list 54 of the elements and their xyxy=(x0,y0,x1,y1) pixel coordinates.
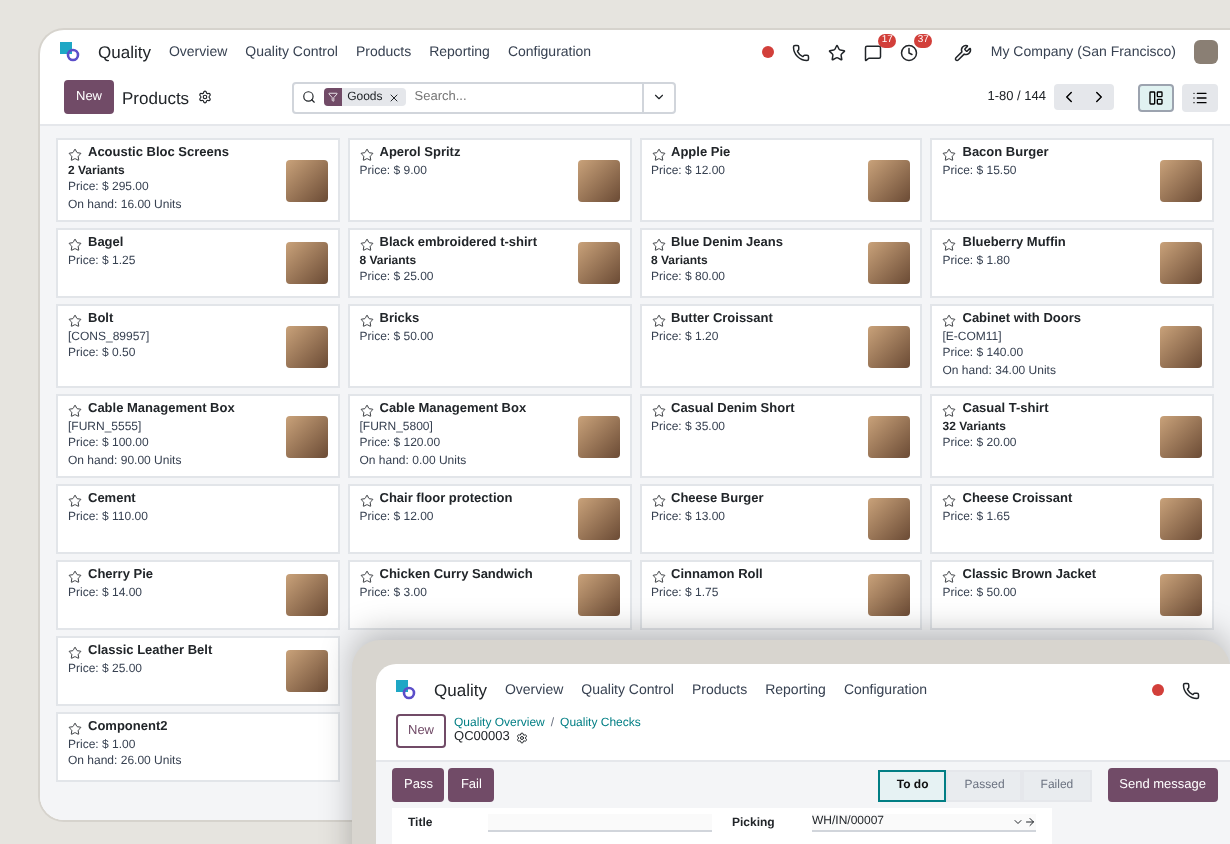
star-icon[interactable] xyxy=(651,493,665,508)
list-view-icon xyxy=(1192,89,1208,105)
phone-icon xyxy=(1182,681,1200,699)
star-icon[interactable] xyxy=(651,403,665,418)
tools-icon xyxy=(954,43,973,61)
star-icon[interactable] xyxy=(651,237,665,252)
page-title: Products xyxy=(122,87,190,107)
chevron-left-icon xyxy=(1060,88,1078,106)
star-icon[interactable] xyxy=(359,569,374,584)
star-icon[interactable] xyxy=(651,147,665,162)
close-icon xyxy=(388,91,401,103)
app-name[interactable]: Quality xyxy=(434,680,487,700)
chat-icon xyxy=(864,43,883,61)
caret-icon xyxy=(651,90,666,104)
star-icon[interactable] xyxy=(942,147,957,162)
star-icon[interactable] xyxy=(68,313,82,328)
star-icon[interactable] xyxy=(359,237,374,252)
avatar[interactable] xyxy=(1194,40,1218,64)
star-icon[interactable] xyxy=(68,645,82,660)
star-icon[interactable] xyxy=(359,147,374,162)
star-icon[interactable] xyxy=(359,313,374,328)
star-icon[interactable] xyxy=(68,493,82,508)
star-icon[interactable] xyxy=(942,313,957,328)
star-icon[interactable] xyxy=(651,569,665,584)
settings-icon xyxy=(515,731,528,743)
clock-icon xyxy=(900,43,919,61)
chevron-right-icon xyxy=(1090,88,1108,106)
caret-icon xyxy=(1012,816,1024,828)
phone-icon xyxy=(792,43,811,61)
status-dot xyxy=(762,46,775,58)
star-icon[interactable] xyxy=(651,313,665,328)
star-icon[interactable] xyxy=(942,237,957,252)
list-view-button[interactable] xyxy=(1182,83,1218,111)
app-logo-icon xyxy=(396,680,416,700)
input-field[interactable] xyxy=(488,814,712,832)
arrow-right-icon xyxy=(1024,816,1036,828)
star-icon[interactable] xyxy=(68,237,82,252)
app-logo-icon xyxy=(60,42,80,62)
kanban-view-icon xyxy=(1148,89,1164,105)
search-icon xyxy=(301,90,316,104)
star-icon[interactable] xyxy=(68,721,82,736)
app-name[interactable]: Quality xyxy=(98,42,151,62)
star-icon[interactable] xyxy=(942,403,957,418)
settings-icon xyxy=(197,90,212,104)
filter-icon xyxy=(327,92,338,102)
star-icon[interactable] xyxy=(68,569,82,584)
star-icon[interactable] xyxy=(359,493,374,508)
star-icon[interactable] xyxy=(68,147,82,162)
star-icon[interactable] xyxy=(68,403,82,418)
kanban-view-button[interactable] xyxy=(1138,83,1174,111)
star-icon[interactable] xyxy=(942,569,957,584)
status-dot xyxy=(1152,684,1164,696)
star-icon[interactable] xyxy=(359,403,374,418)
star-icon[interactable] xyxy=(942,493,957,508)
